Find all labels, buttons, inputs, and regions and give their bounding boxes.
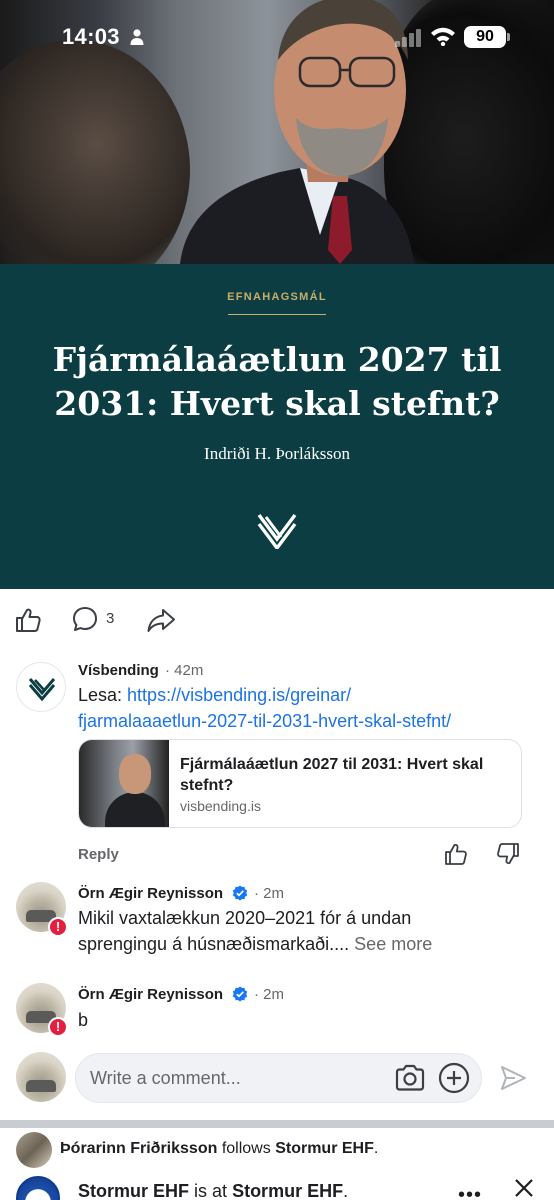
comment-time: · 2m xyxy=(254,885,284,902)
comment-icon[interactable] xyxy=(71,605,99,633)
comment-prefix: Lesa: xyxy=(78,685,128,705)
battery-tip xyxy=(507,33,510,41)
wifi-icon xyxy=(431,27,455,46)
thumbs-down-icon[interactable] xyxy=(496,842,520,866)
verified-icon xyxy=(232,986,248,1002)
avatar[interactable] xyxy=(16,662,66,712)
followed-page[interactable]: Stormur EHF xyxy=(275,1140,374,1157)
follow-text: Þórarinn Friðriksson follows Stormur EHF… xyxy=(60,1140,378,1158)
verified-icon xyxy=(232,885,248,901)
comment-body: Mikil vaxtalækkun 2020–2021 fór á undan … xyxy=(78,905,538,957)
link-preview-card[interactable]: Fjármálaáætlun 2027 til 2031: Hvert skal… xyxy=(78,739,522,828)
more-options-icon[interactable]: ••• xyxy=(458,1184,482,1200)
see-more-link[interactable]: See more xyxy=(354,934,432,954)
comment-time: · 42m xyxy=(165,662,204,679)
follower-name[interactable]: Þórarinn Friðriksson xyxy=(60,1140,217,1157)
article-author: Indriði H. Þorláksson xyxy=(204,444,350,463)
article-hero-image[interactable]: 14:03 90 xyxy=(0,0,554,264)
plus-icon[interactable] xyxy=(438,1062,470,1094)
follow-verb: follows xyxy=(221,1140,271,1157)
feed-divider xyxy=(0,1120,554,1128)
comment-link[interactable]: https://visbending.is/greinar/ xyxy=(127,685,351,705)
link-preview-domain: visbending.is xyxy=(180,798,261,814)
share-icon[interactable] xyxy=(146,606,176,634)
article-title: Fjármálaáætlun 2027 til 2031: Hvert skal… xyxy=(52,340,502,423)
link-preview-thumbnail xyxy=(79,740,169,827)
battery-indicator: 90 xyxy=(464,26,506,48)
visbending-logo-icon xyxy=(28,678,56,702)
post-actions: 3 xyxy=(0,598,554,642)
article-category: EFNAHAGSMÁL xyxy=(227,291,327,303)
avatar[interactable] xyxy=(16,1176,60,1200)
comment-body: b xyxy=(78,1010,89,1030)
follow-end: . xyxy=(373,1140,379,1157)
comment-body: Lesa: https://visbending.is/greinar/ fja… xyxy=(78,682,538,734)
person-icon xyxy=(130,29,144,45)
signal-icon xyxy=(395,29,421,47)
alert-badge: ! xyxy=(48,1017,68,1037)
thumb-face xyxy=(119,754,151,794)
comment-line-2: sprengingu á húsnæðismarkaði.... xyxy=(78,934,350,954)
feed-post-header: Stormur EHF is at Stormur EHF. ••• xyxy=(0,1172,554,1200)
avatar[interactable] xyxy=(16,1132,52,1168)
camera-icon[interactable] xyxy=(394,1063,426,1093)
like-icon[interactable] xyxy=(14,606,42,634)
comment-line-1: Mikil vaxtalækkun 2020–2021 fór á undan xyxy=(78,908,412,928)
comment-author[interactable]: Vísbending xyxy=(78,662,159,679)
page-name[interactable]: Stormur EHF xyxy=(78,1181,189,1200)
comment-link-continued[interactable]: fjarmalaaaetlun-2027-til-2031-hvert-skal… xyxy=(78,711,451,731)
comment-author[interactable]: Örn Ægir Reynisson xyxy=(78,986,223,1003)
thumbs-up-icon[interactable] xyxy=(444,842,468,866)
visbending-logo-icon xyxy=(257,513,297,549)
category-underline xyxy=(228,314,326,315)
status-bar: 14:03 90 xyxy=(0,0,554,74)
post-end: . xyxy=(343,1181,349,1200)
follow-notification[interactable]: Þórarinn Friðriksson follows Stormur EHF… xyxy=(0,1128,554,1172)
comment-author[interactable]: Örn Ægir Reynisson xyxy=(78,885,223,902)
comment-input[interactable] xyxy=(90,1054,390,1102)
link-preview-title: Fjármálaáætlun 2027 til 2031: Hvert skal… xyxy=(180,756,484,794)
avatar-car xyxy=(26,1080,56,1092)
comment-count: 3 xyxy=(106,610,115,627)
comment-time: · 2m xyxy=(254,986,284,1003)
status-time: 14:03 xyxy=(62,24,120,49)
composer-avatar xyxy=(16,1052,66,1102)
thumb-suit xyxy=(105,792,165,827)
close-icon[interactable] xyxy=(512,1176,536,1200)
alert-badge: ! xyxy=(48,917,68,937)
feed-post-text: Stormur EHF is at Stormur EHF. xyxy=(78,1181,348,1200)
article-banner[interactable]: EFNAHAGSMÁL Fjármálaáætlun 2027 til 2031… xyxy=(0,264,554,589)
send-icon[interactable] xyxy=(498,1063,528,1093)
place-name[interactable]: Stormur EHF xyxy=(232,1181,343,1200)
post-verb: is at xyxy=(194,1181,228,1200)
reply-button[interactable]: Reply xyxy=(78,846,119,863)
